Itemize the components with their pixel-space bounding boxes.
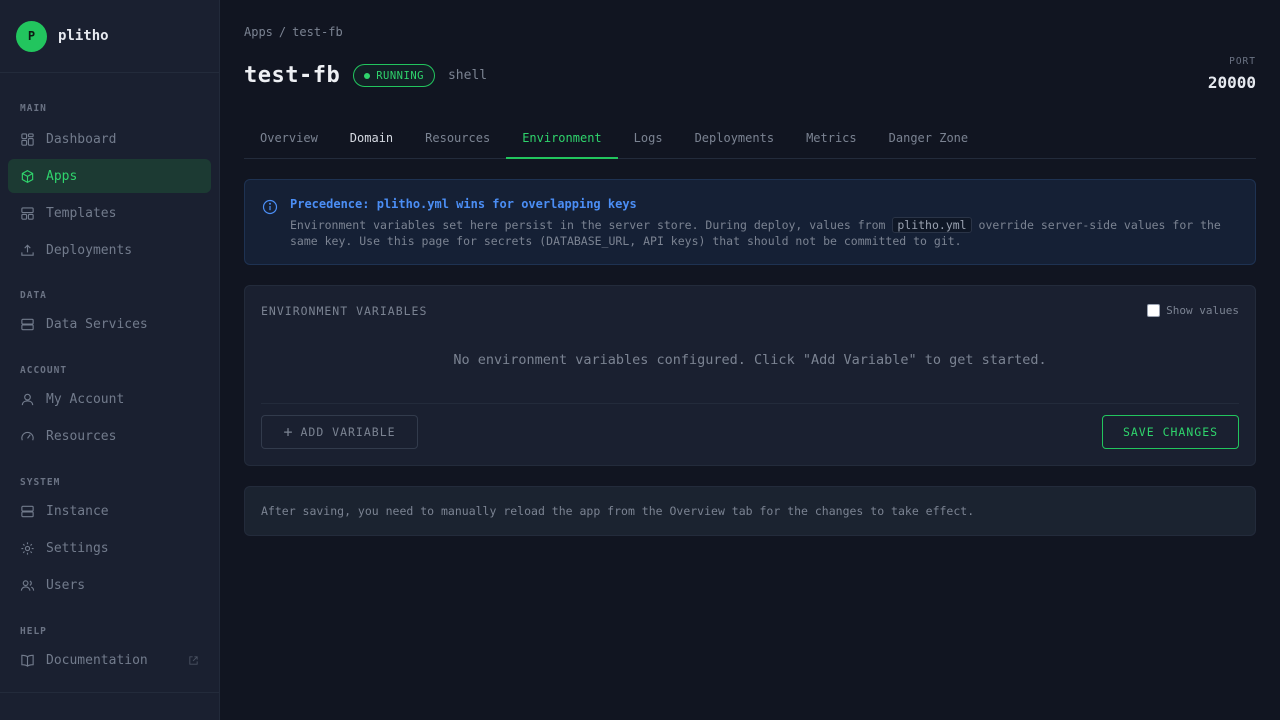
template-icon [21,206,34,220]
page-title: test-fb [244,63,341,88]
nav-section-account: ACCOUNT My Account Resources [0,364,219,453]
sidebar-item-label: Dashboard [46,131,117,147]
plus-icon: + [283,423,294,441]
tab-overview[interactable]: Overview [244,120,334,158]
sidebar-item-label: My Account [46,391,125,407]
sidebar-item-templates[interactable]: Templates [8,196,211,230]
sidebar-item-label: Instance [46,503,109,519]
port-info: PORT 20000 [1208,56,1256,92]
sidebar-item-label: Resources [46,428,117,444]
tab-metrics[interactable]: Metrics [790,120,873,158]
show-values-toggle[interactable]: Show values [1147,304,1239,317]
reload-note: After saving, you need to manually reloa… [244,486,1256,536]
sidebar-footer-divider [0,692,219,693]
add-variable-button[interactable]: + ADD VARIABLE [261,415,418,449]
sidebar-item-label: Apps [46,168,78,184]
sidebar-item-resources[interactable]: Resources [8,419,211,453]
info-title: Precedence: plitho.yml wins for overlapp… [290,197,637,211]
save-changes-button[interactable]: SAVE CHANGES [1102,415,1239,449]
tab-bar: Overview Domain Resources Environment Lo… [244,120,1256,159]
info-icon [262,199,278,215]
app-type: shell [447,68,488,83]
sidebar-item-documentation[interactable]: Documentation [8,643,211,677]
gear-icon [21,541,34,555]
info-body: Environment variables set here persist i… [290,217,1240,249]
upload-icon [21,244,34,256]
sidebar-item-my-account[interactable]: My Account [8,382,211,416]
cube-icon [21,169,34,183]
sidebar-item-label: Documentation [46,652,148,668]
tab-domain[interactable]: Domain [334,120,409,158]
status-badge: RUNNING [353,64,435,87]
sidebar-item-label: Settings [46,540,109,556]
tab-danger-zone[interactable]: Danger Zone [873,120,984,158]
tab-logs[interactable]: Logs [618,120,679,158]
nav-section-main: MAIN Dashboard Apps Templates Deployment… [0,102,219,267]
tab-resources[interactable]: Resources [409,120,506,158]
breadcrumb-current: test-fb [292,25,343,39]
breadcrumb-separator: / [278,25,287,39]
sidebar-item-users[interactable]: Users [8,568,211,602]
sidebar-item-label: Templates [46,205,117,221]
title-row: test-fb RUNNING shell [244,63,487,88]
tab-environment[interactable]: Environment [506,120,619,159]
nav-heading-data: DATA [20,290,47,301]
brand[interactable]: P plitho [0,0,219,73]
sidebar-item-settings[interactable]: Settings [8,531,211,565]
sidebar-item-label: Deployments [46,242,133,258]
tab-deployments[interactable]: Deployments [679,120,790,158]
add-variable-label: ADD VARIABLE [300,425,396,439]
sidebar: P plitho MAIN Dashboard Apps Templates D… [0,0,220,720]
sidebar-item-dashboard[interactable]: Dashboard [8,122,211,156]
breadcrumb: Apps / test-fb [244,25,343,39]
status-text: RUNNING [376,69,424,82]
reload-note-text: After saving, you need to manually reloa… [261,504,975,518]
book-icon [21,654,34,667]
precedence-info-box: Precedence: plitho.yml wins for overlapp… [244,179,1256,265]
status-dot-icon [364,72,371,79]
user-icon [21,393,34,405]
nav-heading-account: ACCOUNT [20,365,68,376]
gauge-icon [21,431,34,440]
empty-state-message: No environment variables configured. Cli… [453,352,1047,368]
card-divider [261,403,1239,404]
nav-heading-system: SYSTEM [20,477,61,488]
nav-section-help: HELP Documentation [0,625,219,677]
nav-section-data: DATA Data Services [0,289,219,341]
nav-heading-help: HELP [20,626,47,637]
server-icon [21,505,34,517]
info-body-text: Environment variables set here persist i… [290,218,893,232]
sidebar-item-deployments[interactable]: Deployments [8,233,211,267]
show-values-label: Show values [1166,304,1239,317]
breadcrumb-apps-link[interactable]: Apps [244,25,273,39]
brand-logo: P [16,20,47,52]
database-icon [21,318,34,330]
sidebar-item-instance[interactable]: Instance [8,494,211,528]
users-icon [20,579,35,591]
sidebar-item-apps[interactable]: Apps [8,159,211,193]
port-value: 20000 [1207,73,1256,92]
sidebar-item-label: Users [46,577,86,593]
port-label: PORT [1229,56,1256,67]
inline-code: plitho.yml [892,217,972,233]
card-title: ENVIRONMENT VARIABLES [261,304,428,318]
sidebar-item-label: Data Services [46,316,148,332]
sidebar-item-data-services[interactable]: Data Services [8,307,211,341]
environment-variables-card: ENVIRONMENT VARIABLES Show values No env… [244,285,1256,466]
show-values-checkbox[interactable] [1147,304,1161,317]
brand-name: plitho [58,28,109,44]
grid-icon [21,132,34,146]
nav-heading-main: MAIN [20,103,47,114]
nav-section-system: SYSTEM Instance Settings Users [0,476,219,602]
external-link-icon [189,655,198,665]
